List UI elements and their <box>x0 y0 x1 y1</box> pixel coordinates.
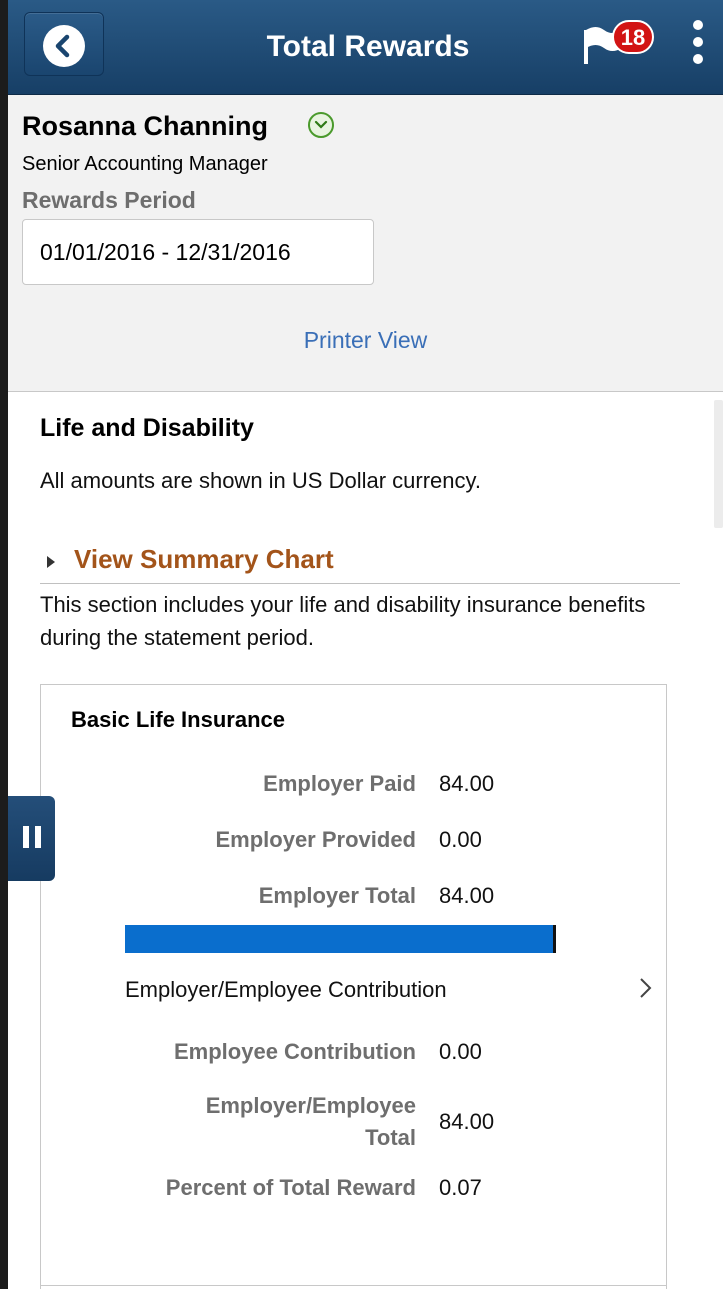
side-panel-toggle[interactable] <box>8 796 55 881</box>
contribution-bar <box>125 925 556 953</box>
employer-paid-label: Employer Paid <box>263 771 416 796</box>
percent-total-reward-value: 0.07 <box>439 1175 482 1200</box>
employer-employee-total-value: 84.00 <box>439 1109 495 1134</box>
percent-total-reward-label: Percent of Total Reward <box>165 1175 416 1200</box>
employee-contribution-value: 0.00 <box>439 1039 482 1064</box>
profile-panel: Rosanna Channing Senior Accounting Manag… <box>8 95 723 392</box>
notification-badge: 18 <box>612 20 654 54</box>
employer-provided-value: 0.00 <box>439 827 482 852</box>
rewards-period-select[interactable]: 01/01/2016 - 12/31/2016 <box>22 219 374 285</box>
header-bar: Total Rewards 18 <box>8 0 723 95</box>
employer-employee-total-label-2: Total <box>365 1125 416 1150</box>
scrollbar[interactable] <box>714 400 723 528</box>
section-description: This section includes your life and disa… <box>40 592 646 650</box>
section-title: Life and Disability <box>40 414 254 442</box>
rewards-period-label: Rewards Period <box>22 187 196 213</box>
more-actions-icon[interactable] <box>688 20 708 72</box>
employer-provided-label: Employer Provided <box>215 827 416 852</box>
view-summary-chart-toggle[interactable]: View Summary Chart <box>40 544 680 584</box>
chevron-down-icon[interactable] <box>308 112 334 138</box>
employer-employee-total-label-1: Employer/Employee <box>205 1093 416 1118</box>
printer-view-link[interactable]: Printer View <box>8 327 723 354</box>
employee-contribution-label: Employee Contribution <box>174 1039 416 1064</box>
employer-paid-value: 84.00 <box>439 771 495 796</box>
chevron-right-icon[interactable] <box>637 975 655 1001</box>
benefit-card: Basic Life Insurance Employer Paid 84.00… <box>40 684 667 1289</box>
main-content: Life and Disability All amounts are show… <box>8 392 723 1289</box>
back-arrow-icon <box>43 25 85 67</box>
summary-toggle-label: View Summary Chart <box>74 544 334 574</box>
employee-name: Rosanna Channing <box>22 111 269 141</box>
employer-total-value: 84.00 <box>439 883 495 908</box>
card-title: Basic Life Insurance <box>71 707 285 732</box>
contribution-caption: Employer/Employee Contribution <box>125 977 447 1002</box>
notifications-button[interactable]: 18 <box>582 18 662 68</box>
back-button[interactable] <box>24 12 104 76</box>
job-title: Senior Accounting Manager <box>22 153 268 175</box>
caret-right-icon <box>47 556 55 568</box>
page-title: Total Rewards <box>266 30 470 63</box>
employer-total-label: Employer Total <box>258 883 416 908</box>
card-divider <box>41 1285 666 1286</box>
viewport-border <box>0 0 8 1289</box>
currency-note: All amounts are shown in US Dollar curre… <box>40 468 481 493</box>
